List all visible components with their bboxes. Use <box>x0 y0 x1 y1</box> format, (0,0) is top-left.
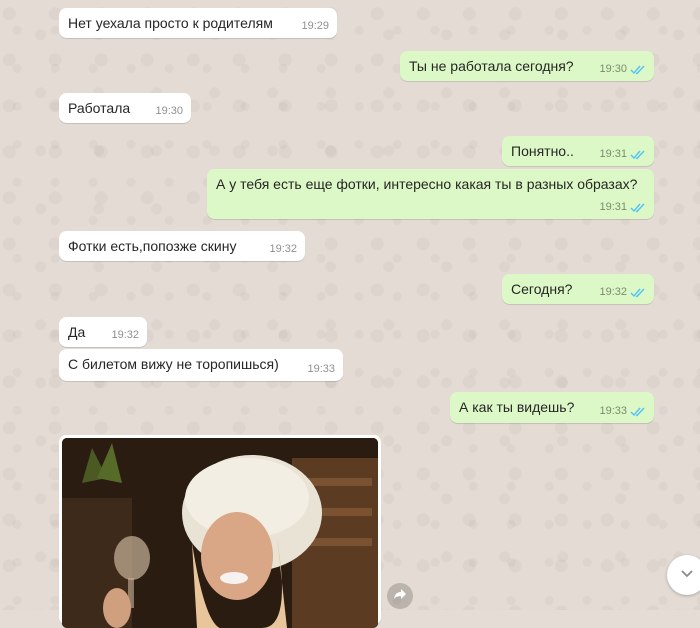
message-outgoing[interactable]: А у тебя есть еще фотки, интересно какая… <box>207 169 654 219</box>
forward-button[interactable] <box>387 583 413 609</box>
message-text: Ты не работала сегодня? <box>409 58 574 74</box>
message-text: С билетом вижу не торопишься) <box>68 356 279 372</box>
message-time: 19:30 <box>599 63 627 75</box>
message-incoming[interactable]: Да 19:32 <box>59 317 147 347</box>
message-time: 19:29 <box>301 20 329 32</box>
message-time: 19:33 <box>307 363 335 375</box>
double-check-icon <box>630 149 646 160</box>
scroll-down-button[interactable] <box>667 555 700 595</box>
message-text: А как ты видешь? <box>459 399 575 415</box>
message-time: 19:32 <box>269 243 297 255</box>
message-incoming[interactable]: Нет уехала просто к родителям 19:29 <box>59 8 337 38</box>
message-text: А у тебя есть еще фотки, интересно какая… <box>216 176 638 192</box>
double-check-icon <box>630 406 646 417</box>
message-time: 19:32 <box>111 329 139 341</box>
chevron-down-icon <box>680 566 694 584</box>
message-outgoing[interactable]: А как ты видешь? 19:33 <box>450 392 654 423</box>
message-time: 19:30 <box>155 105 183 117</box>
forward-icon <box>393 587 407 605</box>
message-incoming[interactable]: С билетом вижу не торопишься) 19:33 <box>59 349 343 381</box>
message-text: Нет уехала просто к родителям <box>68 15 273 31</box>
message-text: Работала <box>68 100 131 116</box>
photo-image[interactable] <box>62 438 378 628</box>
message-text: Понятно.. <box>511 143 574 159</box>
message-text: Да <box>68 324 86 340</box>
double-check-icon <box>630 287 646 298</box>
message-text: Фотки есть,попозже скину <box>68 238 237 254</box>
message-outgoing[interactable]: Ты не работала сегодня? 19:30 <box>400 51 654 81</box>
double-check-icon <box>630 202 646 213</box>
double-check-icon <box>630 64 646 75</box>
message-time: 19:31 <box>599 201 627 213</box>
message-incoming[interactable]: Фотки есть,попозже скину 19:32 <box>59 231 305 261</box>
message-outgoing[interactable]: Сегодня? 19:32 <box>502 274 654 304</box>
message-incoming-photo[interactable] <box>59 435 381 628</box>
message-outgoing[interactable]: Понятно.. 19:31 <box>502 136 654 166</box>
message-time: 19:33 <box>599 405 627 417</box>
message-text: Сегодня? <box>511 281 573 297</box>
message-incoming[interactable]: Работала 19:30 <box>59 93 191 123</box>
message-time: 19:31 <box>599 148 627 160</box>
message-time: 19:32 <box>599 286 627 298</box>
